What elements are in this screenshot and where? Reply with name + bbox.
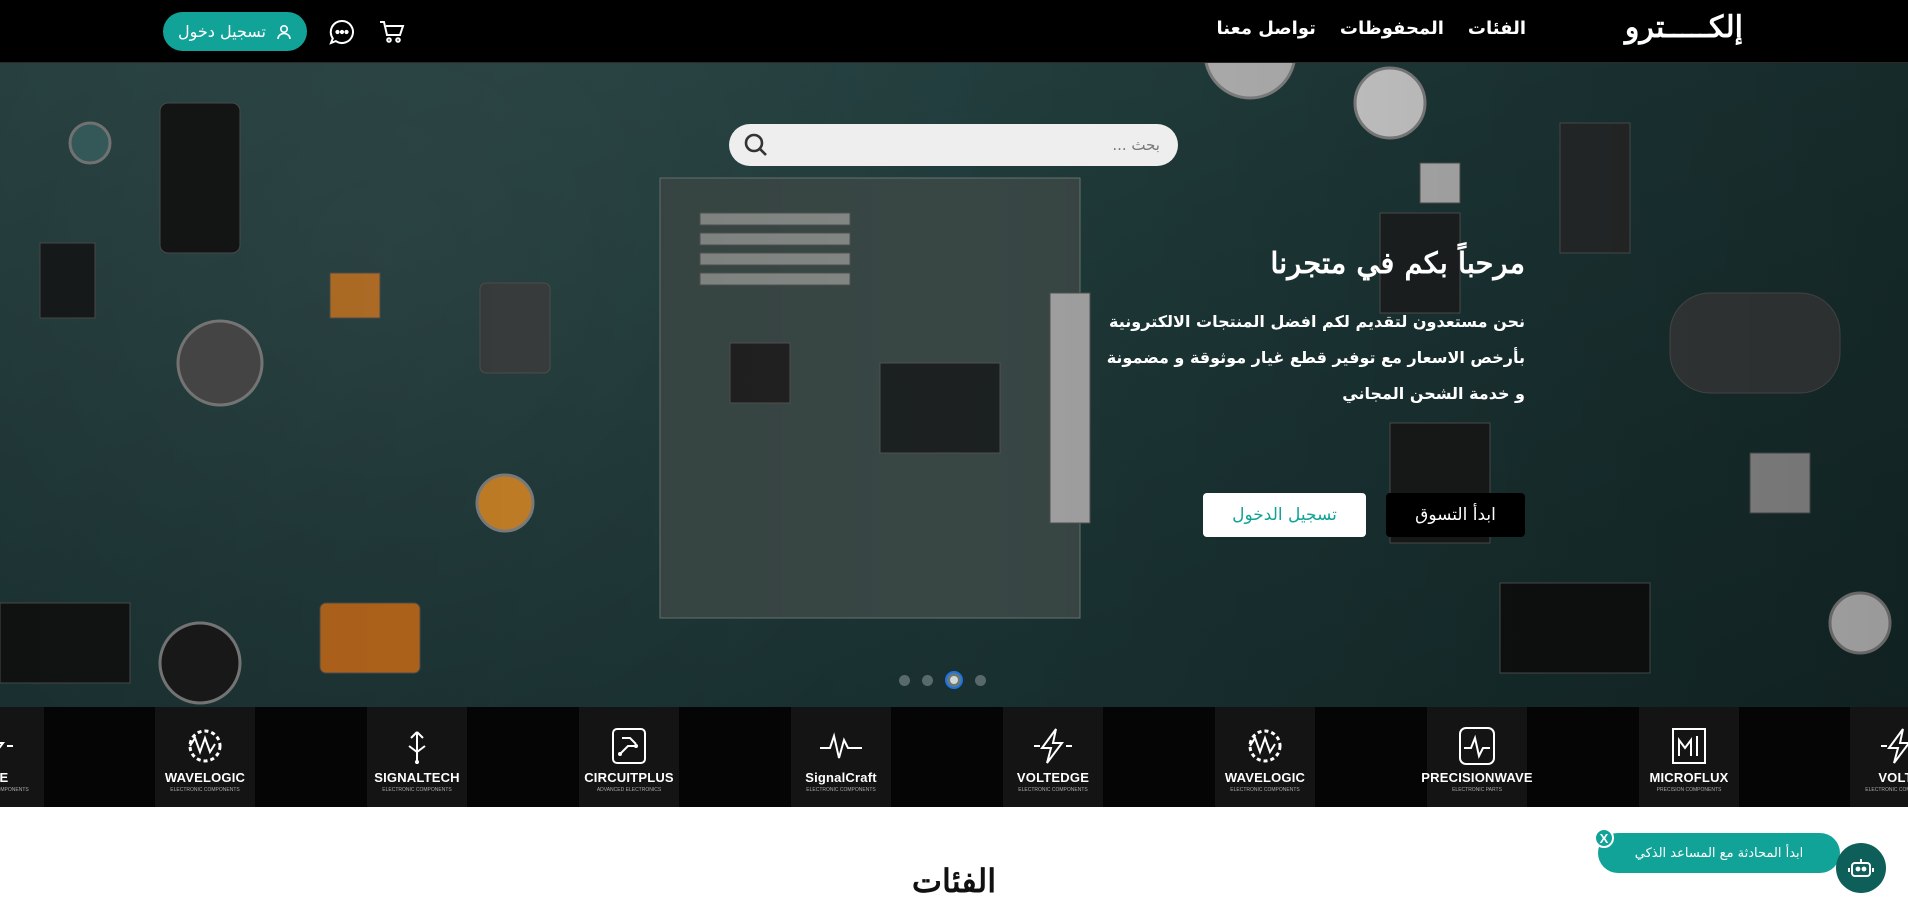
carousel-dot-active[interactable] bbox=[945, 671, 963, 689]
header-login-button[interactable]: تسجيل دخول bbox=[163, 12, 307, 51]
brand-logo-microflux[interactable]: MICROFLUX PRECISION COMPONENTS bbox=[1639, 707, 1739, 807]
bolt-icon bbox=[1034, 728, 1072, 764]
brand-tagline: ELECTRONIC COMPONENTS bbox=[170, 787, 240, 793]
search-bar bbox=[729, 124, 1178, 166]
brand-name: VOLTEDGE bbox=[1016, 770, 1090, 785]
nav-link-contact[interactable]: تواصل معنا bbox=[1217, 18, 1316, 39]
main-nav: الفئات المحفوظات تواصل معنا bbox=[1217, 18, 1526, 39]
brand-tagline: ELECTRONIC COMPONENTS bbox=[1230, 787, 1300, 793]
hero-description-line: و خدمة الشحن المجاني bbox=[1342, 384, 1525, 403]
start-ai-chat-button[interactable]: ابدأ المحادثة مع المساعد الذكي bbox=[1598, 833, 1840, 873]
brand-logo-wavelogic[interactable]: WAVELOGIC ELECTRONIC COMPONENTS bbox=[1215, 707, 1315, 807]
brand-logo-dge[interactable]: DGE ELECTRONIC COMPONENTS bbox=[0, 707, 44, 807]
carousel-indicators bbox=[899, 671, 986, 689]
oscilloscope-icon bbox=[1459, 727, 1495, 765]
brand-tagline: ELECTRONIC COMPONENTS bbox=[0, 787, 29, 793]
chat-icon[interactable] bbox=[327, 17, 357, 47]
circuit-icon bbox=[612, 728, 646, 764]
carousel-dot[interactable] bbox=[899, 674, 910, 686]
brand-logo-wavelogic[interactable]: WAVELOGIC ELECTRONIC COMPONENTS bbox=[155, 707, 255, 807]
bolt-icon bbox=[1881, 728, 1908, 764]
hero-title: مرحباً بكم في متجرنا bbox=[1270, 246, 1525, 280]
brand-tagline: ELECTRONIC COMPONENTS bbox=[806, 787, 876, 793]
chip-icon bbox=[1672, 728, 1706, 764]
top-navigation-bar: إلكـــــترو الفئات المحفوظات تواصل معنا … bbox=[0, 0, 1908, 63]
wave-gear-icon bbox=[188, 729, 222, 763]
robot-icon bbox=[1848, 859, 1874, 877]
site-logo[interactable]: إلكـــــترو bbox=[1625, 10, 1743, 45]
brand-name: MICROFLUX bbox=[1649, 770, 1729, 785]
brand-name: SIGNALTECH bbox=[374, 770, 460, 785]
close-chat-prompt-button[interactable]: X bbox=[1594, 828, 1614, 848]
brand-logo-signalcraft[interactable]: SignalCraft ELECTRONIC COMPONENTS bbox=[791, 707, 891, 807]
signal-wave-icon bbox=[820, 732, 862, 759]
brand-tagline: ELECTRONIC PARTS bbox=[1452, 787, 1502, 793]
nav-link-categories[interactable]: الفئات bbox=[1468, 18, 1526, 39]
brand-logo-volte[interactable]: VOLTE ELECTRONIC COMPONENTS bbox=[1850, 707, 1908, 807]
hero-description-line: نحن مستعدون لتقديم لكم افضل المنتجات الا… bbox=[1109, 312, 1525, 331]
hero-banner: مرحباً بكم في متجرنا نحن مستعدون لتقديم … bbox=[0, 63, 1908, 707]
brand-name: SignalCraft bbox=[805, 770, 877, 785]
chatbot-launcher[interactable] bbox=[1836, 843, 1886, 893]
brand-tagline: ADVANCED ELECTRONICS bbox=[596, 787, 662, 793]
brand-tagline: ELECTRONIC COMPONENTS bbox=[1865, 787, 1908, 793]
carousel-dot[interactable] bbox=[922, 674, 933, 686]
wave-gear-icon bbox=[1248, 729, 1282, 763]
brand-name: WAVELOGIC bbox=[1224, 770, 1306, 785]
brand-tagline: PRECISION COMPONENTS bbox=[1656, 787, 1722, 793]
header-login-label: تسجيل دخول bbox=[178, 22, 266, 41]
carousel-dot[interactable] bbox=[975, 674, 986, 686]
search-input[interactable] bbox=[800, 132, 1160, 158]
cart-icon[interactable] bbox=[377, 17, 407, 47]
brand-name: DGE bbox=[0, 770, 9, 785]
brand-logo-circuitplus[interactable]: CIRCUITPLUS ADVANCED ELECTRONICS bbox=[579, 707, 679, 807]
brand-name: CIRCUITPLUS bbox=[584, 770, 674, 785]
user-icon bbox=[277, 24, 291, 39]
antenna-icon bbox=[408, 731, 426, 764]
brand-logo-strip: DGE ELECTRONIC COMPONENTS WAVELOGIC ELECTRO… bbox=[0, 707, 1908, 807]
brand-name: VOLTE bbox=[1878, 770, 1908, 785]
hero-text-block: مرحباً بكم في متجرنا نحن مستعدون لتقديم … bbox=[1055, 246, 1525, 412]
bolt-icon bbox=[0, 742, 13, 749]
start-shopping-button[interactable]: ابدأ التسوق bbox=[1386, 493, 1525, 537]
brand-tagline: ELECTRONIC COMPONENTS bbox=[382, 787, 452, 793]
brand-name: WAVELOGIC bbox=[164, 770, 246, 785]
hero-description-line: بأرخص الاسعار مع توفير قطع غيار موثوقة و… bbox=[1106, 348, 1525, 367]
brand-logo-precisionwave[interactable]: PRECISIONWAVE ELECTRONIC PARTS bbox=[1421, 707, 1533, 807]
hero-login-button[interactable]: تسجيل الدخول bbox=[1203, 493, 1366, 537]
brand-logo-signaltech[interactable]: SIGNALTECH ELECTRONIC COMPONENTS bbox=[367, 707, 467, 807]
brand-name: PRECISIONWAVE bbox=[1421, 770, 1533, 785]
brand-logo-voltedge[interactable]: VOLTEDGE ELECTRONIC COMPONENTS bbox=[1003, 707, 1103, 807]
brand-tagline: ELECTRONIC COMPONENTS bbox=[1018, 787, 1088, 793]
nav-link-saved[interactable]: المحفوظات bbox=[1340, 18, 1444, 39]
search-icon[interactable] bbox=[743, 132, 769, 158]
hero-description: نحن مستعدون لتقديم لكم افضل المنتجات الا… bbox=[1055, 304, 1525, 412]
